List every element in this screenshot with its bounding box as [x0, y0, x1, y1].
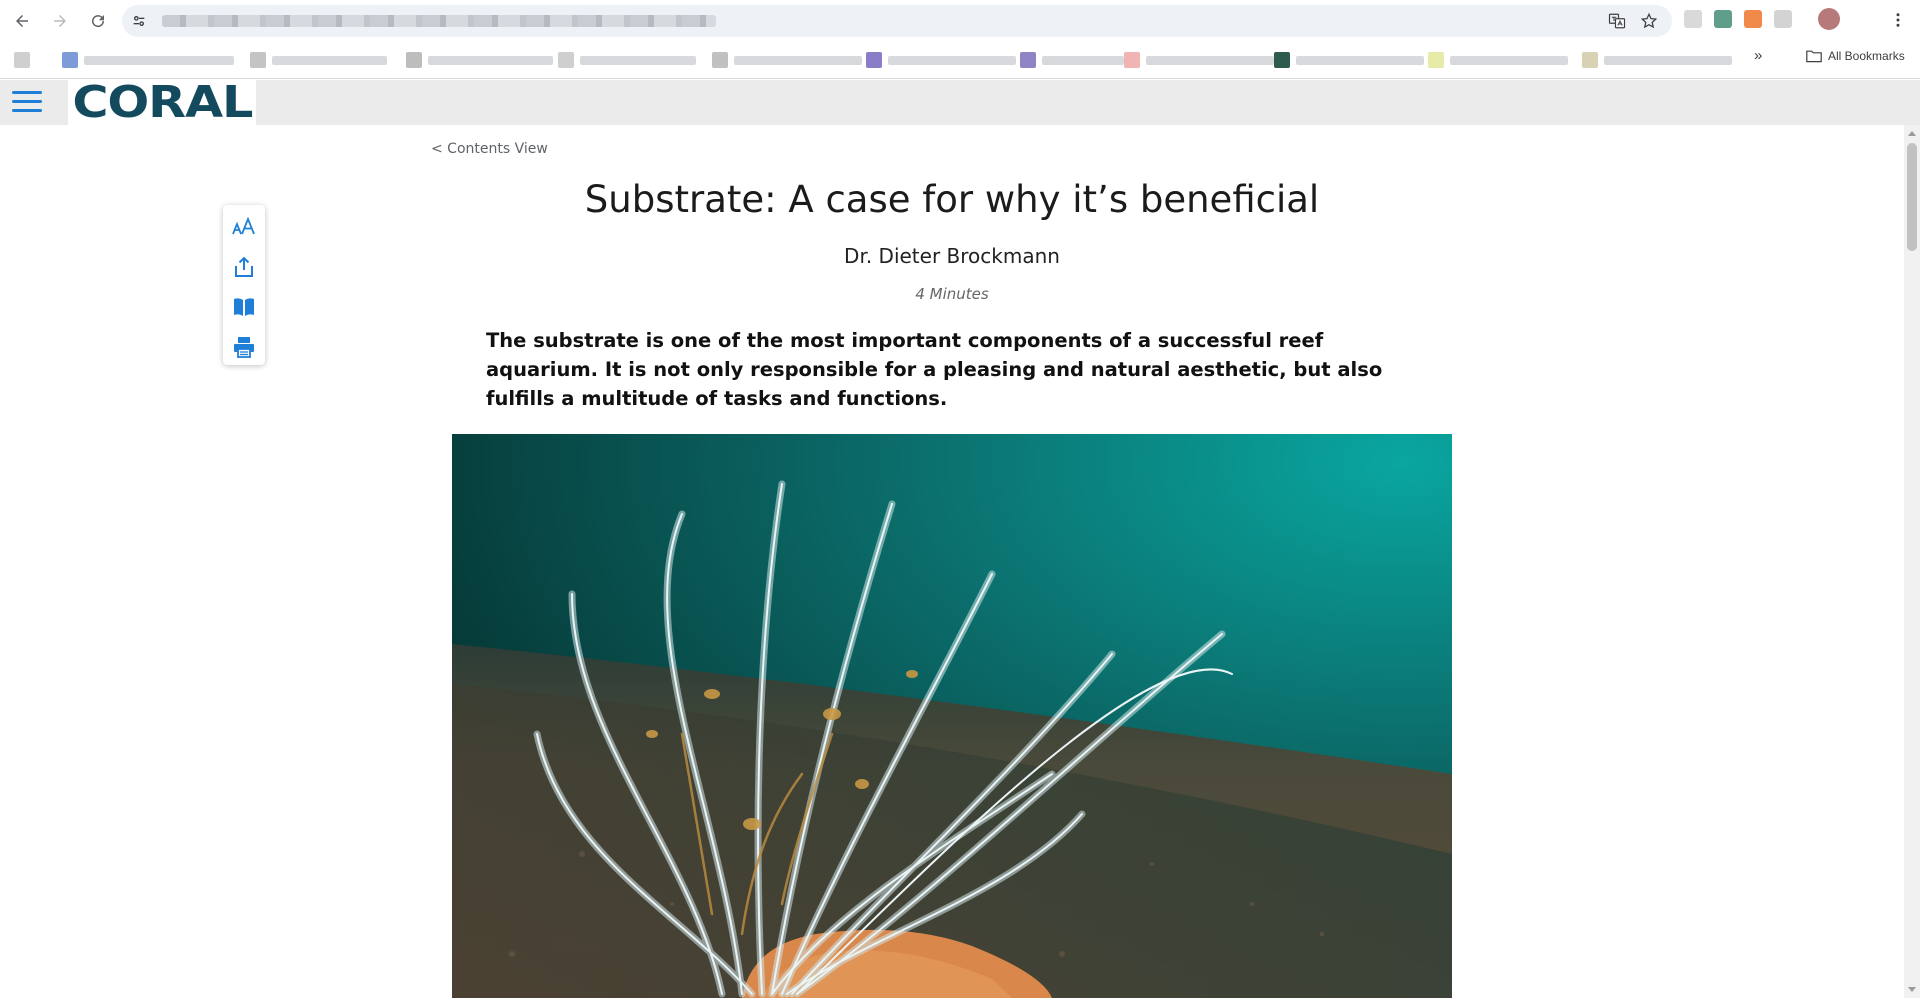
bookmark-item[interactable] — [14, 51, 30, 69]
tune-icon — [133, 16, 145, 26]
bookmark-item[interactable] — [866, 51, 1016, 69]
article-tools — [223, 205, 265, 365]
bookmark-item[interactable] — [712, 51, 862, 69]
bookmark-item[interactable] — [406, 51, 553, 69]
bookmark-item[interactable] — [1582, 51, 1732, 69]
print-icon — [234, 337, 254, 358]
print-button[interactable] — [230, 333, 258, 361]
bookmark-label-redacted — [84, 55, 234, 65]
hamburger-line — [12, 91, 42, 94]
favicon — [558, 52, 574, 68]
favicon — [250, 52, 266, 68]
back-button[interactable] — [6, 5, 38, 37]
bookmarks-bar — [0, 42, 1920, 79]
article-author: Dr. Dieter Brockmann — [844, 244, 1060, 268]
favicon — [1124, 52, 1140, 68]
bookmark-item[interactable] — [1124, 51, 1274, 69]
scroll-thumb[interactable] — [1907, 143, 1917, 251]
contents-view-link[interactable]: < Contents View — [431, 141, 548, 157]
book-icon — [234, 298, 254, 316]
scroll-up-arrow[interactable] — [1908, 131, 1916, 136]
site-logo-link[interactable]: CORAL — [68, 77, 256, 128]
extensions-area — [1684, 8, 1840, 30]
favicon — [1428, 52, 1444, 68]
star-icon — [1640, 12, 1658, 29]
bookmark-label-redacted — [1042, 55, 1124, 65]
bookmark-star-button[interactable] — [1638, 10, 1660, 32]
bookmark-item[interactable] — [1274, 51, 1424, 69]
text-size-icon — [232, 216, 255, 235]
share-icon — [235, 256, 253, 277]
favicon — [1274, 52, 1290, 68]
favicon — [1020, 52, 1036, 68]
folder-icon — [1806, 50, 1822, 63]
text-size-button[interactable] — [230, 213, 258, 241]
hamburger-line — [12, 109, 42, 112]
article-hero-image — [452, 434, 1452, 998]
bookmark-item[interactable] — [1020, 51, 1124, 69]
bookmark-label-redacted — [1296, 55, 1424, 65]
bookmark-item[interactable] — [250, 51, 387, 69]
all-bookmarks-button[interactable]: All Bookmarks — [1806, 49, 1905, 63]
all-bookmarks-label: All Bookmarks — [1828, 49, 1905, 63]
extension-icon[interactable] — [1744, 10, 1762, 28]
bookmark-label-redacted — [1604, 55, 1732, 65]
read-time: 4 Minutes — [915, 285, 989, 303]
bookmark-label-redacted — [734, 55, 862, 65]
site-header: CORAL — [0, 77, 1920, 128]
bookmarks-overflow-button[interactable]: » — [1754, 47, 1762, 64]
bookmark-label-redacted — [428, 55, 553, 65]
url-text-redacted — [162, 15, 716, 27]
favicon — [866, 52, 882, 68]
article-lead: The substrate is one of the most importa… — [486, 329, 1383, 410]
menu-hamburger-button[interactable] — [12, 91, 42, 113]
address-bar[interactable] — [122, 5, 1672, 37]
bookmark-item[interactable] — [558, 51, 696, 69]
reload-icon — [92, 15, 105, 28]
arrow-right-icon — [54, 15, 66, 27]
bookmark-label-redacted — [1450, 55, 1568, 65]
arrow-left-icon — [16, 15, 28, 27]
article-title: Substrate: A case for why it’s beneficia… — [584, 178, 1320, 221]
bookmark-item[interactable] — [1428, 51, 1568, 69]
reload-button[interactable] — [82, 5, 114, 37]
bookmark-label-redacted — [1146, 55, 1274, 65]
read-mode-button[interactable] — [230, 293, 258, 321]
bookmark-label-redacted — [580, 55, 696, 65]
favicon — [712, 52, 728, 68]
site-info-button[interactable] — [126, 8, 152, 34]
favicon — [14, 52, 30, 68]
extension-icon[interactable] — [1774, 10, 1792, 28]
more-vert-icon — [1896, 13, 1900, 27]
bookmark-label-redacted — [888, 55, 1016, 65]
favicon — [1582, 52, 1598, 68]
forward-button[interactable] — [44, 5, 76, 37]
extension-icon[interactable] — [1714, 10, 1732, 28]
translate-icon — [1608, 13, 1626, 29]
translate-button[interactable] — [1606, 10, 1628, 32]
page-scrollbar[interactable] — [1904, 125, 1920, 998]
site-logo: CORAL — [72, 77, 253, 128]
favicon — [406, 52, 422, 68]
feather-star-photo — [452, 434, 1452, 998]
browser-menu-button[interactable] — [1888, 10, 1908, 32]
bookmark-item[interactable] — [62, 51, 234, 69]
share-button[interactable] — [230, 253, 258, 281]
extension-icon[interactable] — [1684, 10, 1702, 28]
hamburger-line — [12, 100, 42, 103]
scroll-down-arrow[interactable] — [1908, 987, 1916, 992]
profile-avatar[interactable] — [1818, 8, 1840, 30]
favicon — [62, 52, 78, 68]
bookmark-label-redacted — [272, 55, 387, 65]
